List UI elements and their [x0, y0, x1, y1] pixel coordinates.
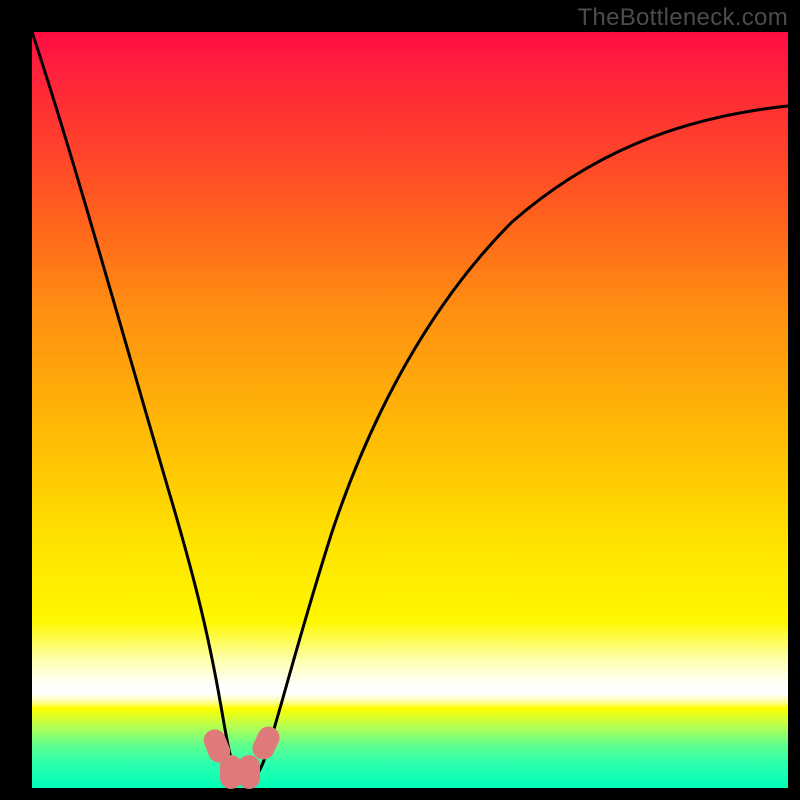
bottleneck-curve-path	[32, 32, 788, 782]
bottleneck-curve-svg	[32, 32, 788, 788]
plot-area	[32, 32, 788, 788]
curve-minimum-marker-3	[238, 755, 260, 789]
watermark-text: TheBottleneck.com	[577, 4, 788, 32]
